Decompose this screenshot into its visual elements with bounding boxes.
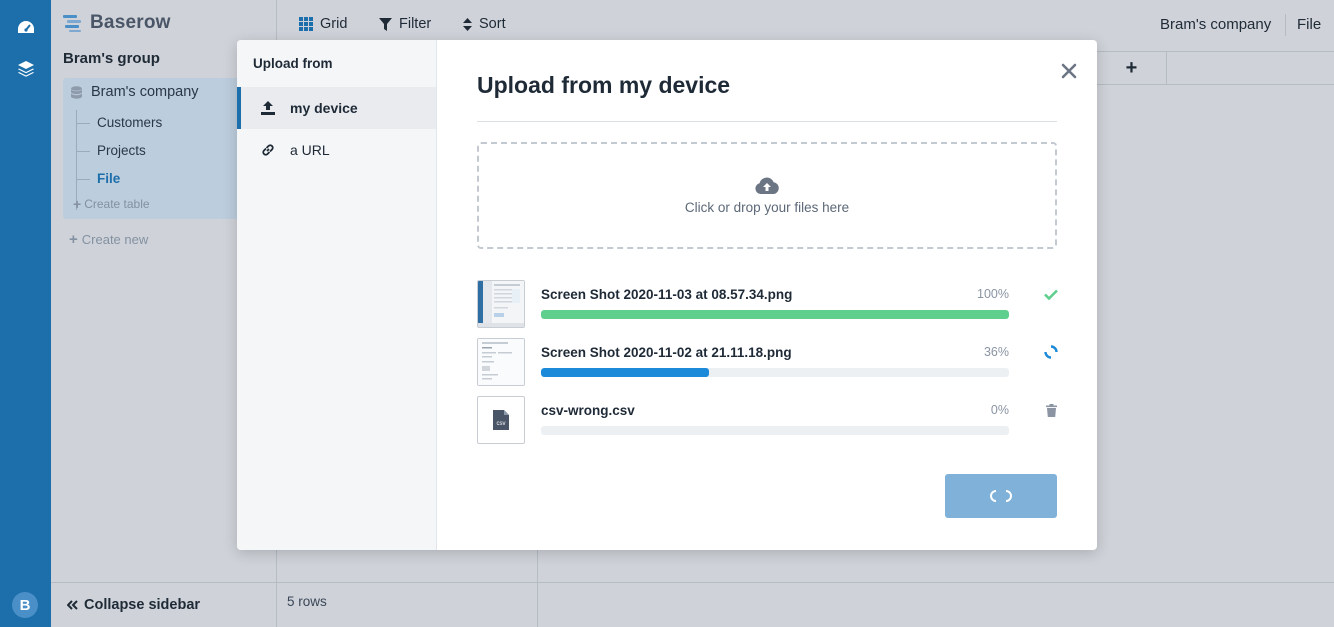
plus-icon: + [69,231,78,248]
create-new-link[interactable]: + Create new [69,231,148,248]
filter-button[interactable]: Filter [379,16,431,32]
file-thumbnail [477,280,525,328]
dashboard-icon[interactable] [15,17,36,38]
modal-divider [477,121,1057,122]
dropzone-text: Click or drop your files here [684,200,850,215]
file-name: Screen Shot 2020-11-02 at 21.11.18.png [541,345,792,360]
upload-source-sidebar: Upload from my device a URL [237,40,437,550]
sidebar-table-projects[interactable]: Projects [76,143,146,158]
filter-icon [379,17,392,31]
baserow-logo[interactable]: Baserow [63,12,171,34]
grid-footer: 5 rows [277,582,1334,627]
file-thumbnail [477,338,525,386]
grid-label: Grid [320,16,348,32]
layers-icon[interactable] [15,58,36,79]
sort-icon [463,17,472,31]
progress-bar [541,426,1009,435]
baserow-logo-icon [63,15,81,32]
plus-icon: + [1125,57,1138,79]
modal-title: Upload from my device [477,72,731,98]
create-table-link[interactable]: + Create table [73,196,150,212]
plus-icon: + [73,196,82,212]
cloud-upload-icon [755,177,779,194]
double-chevron-left-icon [67,600,78,610]
upload-source-title: Upload from [253,56,333,71]
progress-bar [541,368,1009,377]
grid-icon [299,17,313,31]
upload-file-row: Screen Shot 2020-11-03 at 08.57.34.png 1… [477,280,1059,328]
grid-header: + [1097,52,1334,85]
sort-label: Sort [479,16,506,32]
breadcrumb-database[interactable]: Bram's company [1160,16,1271,33]
icon-rail: B [0,0,51,627]
breadcrumb-table[interactable]: File [1297,16,1321,33]
file-name: csv-wrong.csv [541,403,635,418]
file-percent: 0% [990,403,1009,417]
loading-spinner-icon [990,490,1012,502]
progress-bar [541,310,1009,319]
filter-label: Filter [399,16,432,32]
file-percent: 36% [983,345,1009,359]
upload-button[interactable] [945,474,1057,518]
upload-file-row: csv csv-wrong.csv 0% [477,396,1057,444]
check-icon [1043,286,1059,302]
upload-source-label: a URL [290,142,330,158]
csv-label: csv [497,421,506,427]
close-icon[interactable] [1060,62,1078,80]
sidebar-table-file[interactable]: File [75,171,120,186]
progress-fill [541,368,710,377]
link-icon [262,144,274,156]
database-item: Bram's company Customers Projects File +… [63,78,243,219]
app-name: Baserow [90,12,171,33]
collapse-sidebar-button[interactable]: Collapse sidebar [51,582,276,627]
database-name: Bram's company [91,84,199,100]
create-new-label: Create new [81,232,149,247]
upload-source-url[interactable]: a URL [237,129,436,171]
trash-icon[interactable] [1043,402,1059,418]
upload-source-label: my device [290,100,358,116]
file-name: Screen Shot 2020-11-03 at 08.57.34.png [541,287,793,302]
file-dropzone[interactable]: Click or drop your files here [477,142,1057,249]
collapse-label: Collapse sidebar [84,597,201,613]
create-table-label: Create table [84,197,150,211]
sort-button[interactable]: Sort [463,16,506,32]
upload-source-my-device[interactable]: my device [237,87,436,129]
add-field-button[interactable]: + [1097,52,1167,85]
grid-view-button[interactable]: Grid [299,16,347,32]
row-count: 5 rows [287,594,327,609]
user-avatar[interactable]: B [12,592,38,618]
file-percent: 100% [977,287,1009,301]
progress-fill [541,310,1009,319]
tree-line [76,110,77,210]
database-icon [71,85,82,99]
breadcrumb-separator [1285,14,1286,36]
group-title[interactable]: Bram's group [63,50,160,67]
upload-modal: Upload from my device a URL Upload from … [237,40,1097,550]
database-link[interactable]: Bram's company [71,84,199,100]
upload-icon [261,101,275,115]
csv-file-icon: csv [477,396,525,444]
sidebar-table-customers[interactable]: Customers [75,115,162,130]
upload-file-row: Screen Shot 2020-11-02 at 21.11.18.png 3… [477,338,1059,386]
spinner-icon [1043,344,1059,360]
